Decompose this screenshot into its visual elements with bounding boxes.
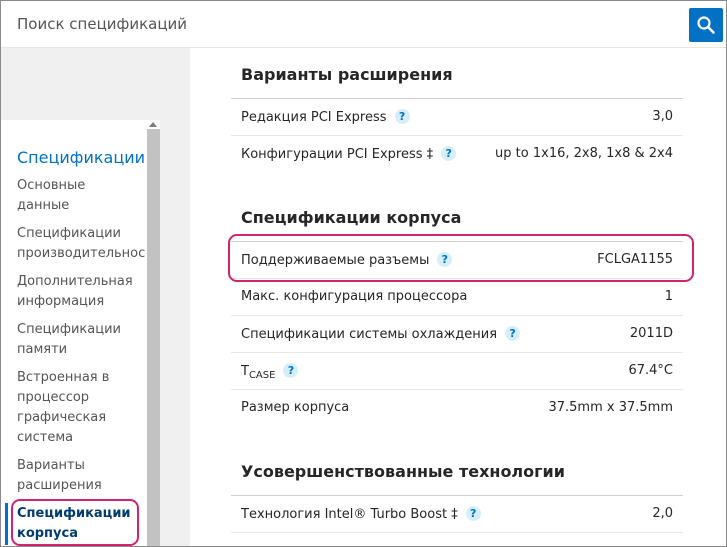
sidebar-item-label: Спецификации [17,226,121,241]
sidebar-item-label: Дополнительная [17,274,133,289]
sidebar-item-performance[interactable]: Спецификации производительност [17,224,145,264]
search-input[interactable] [1,1,681,47]
help-icon[interactable]: ? [394,109,410,124]
active-indicator [5,503,8,545]
help-icon[interactable]: ? [465,506,481,521]
sidebar-item-label: Спецификации [17,322,121,337]
sidebar-item-label: система [17,430,74,445]
spec-value: 2,0 [652,506,673,521]
sidebar-item-label: памяти [17,342,68,357]
spec-label: Редакция PCI Express [241,110,387,125]
spec-label: Поддерживаемые разъемы [241,253,430,268]
sidebar-item-expansion[interactable]: Варианты расширения [17,456,145,496]
sidebar-item-memory[interactable]: Спецификации памяти [17,320,145,360]
help-icon[interactable]: ? [437,252,453,267]
spec-value: 67.4°C [628,363,673,378]
help-icon[interactable]: ? [505,326,521,341]
spec-value: 3,0 [652,109,673,124]
spec-label: T [241,364,249,379]
sidebar-item-label: корпуса [17,526,78,541]
help-icon[interactable]: ? [283,363,299,378]
spec-value: 2011D [629,326,673,341]
scroll-up-arrow-icon[interactable] [149,122,157,127]
spec-row-sockets: Поддерживаемые разъемы? FCLGA1155 [231,241,683,279]
spec-label: Спецификации системы охлаждения [241,327,498,342]
sidebar-item-basic[interactable]: Основные данные [17,176,145,216]
spec-label: Конфигурации PCI Express ‡ [241,147,434,162]
spec-row-thermal-solution: Спецификации системы охлаждения? 2011D [231,315,683,353]
spec-label-subscript: CASE [248,370,276,381]
sidebar-item-package[interactable]: Спецификации корпуса [17,504,145,544]
spec-row-pcie-config: Конфигурации PCI Express ‡? up to 1x16, … [231,135,683,173]
spec-row-tcase: TCASE? 67.4°C [231,352,683,390]
spec-row-pcie-revision: Редакция PCI Express? 3,0 [231,98,683,136]
search-icon [697,16,715,34]
spec-value: up to 1x16, 2x8, 1x8 & 2x4 [495,146,673,161]
spec-row-max-cpu-config: Макс. конфигурация процессора 1 [231,278,683,316]
spec-value: 37.5mm x 37.5mm [548,400,673,415]
spec-label: Размер корпуса [241,400,350,415]
browser-frame: Спецификации Основные данные Спецификаци… [0,0,727,547]
search-button[interactable] [689,8,723,42]
sidebar-title: Спецификации [17,148,145,167]
spec-row-next-partial [231,532,683,546]
sidebar-item-graphics[interactable]: Встроенная в процессор графическая систе… [17,368,145,448]
sidebar-item-label: информация [17,294,105,309]
spec-label: Технология Intel® Turbo Boost ‡ [241,507,458,522]
spec-row-turbo-boost: Технология Intel® Turbo Boost ‡? 2,0 [231,495,683,533]
spec-value: 1 [664,289,673,304]
spec-value: FCLGA1155 [597,252,673,267]
sidebar-item-label: Встроенная в [17,370,110,385]
sidebar-item-label: данные [17,198,70,213]
spec-label: Макс. конфигурация процессора [241,289,468,304]
sidebar-item-label: расширения [17,478,102,493]
sidebar: Спецификации Основные данные Спецификаци… [1,48,190,546]
spec-content: Варианты расширения Редакция PCI Express… [191,48,726,546]
sidebar-item-label: Спецификации [17,506,131,521]
sidebar-item-label: процессор [17,390,90,405]
sidebar-item-label: графическая [17,410,107,425]
sidebar-scrollbar-thumb[interactable] [147,129,160,546]
sidebar-item-label: Основные [17,178,86,193]
sidebar-item-label: Варианты [17,458,85,473]
sidebar-item-additional[interactable]: Дополнительная информация [17,272,145,312]
help-icon[interactable]: ? [441,146,457,161]
section-title-advanced-tech: Усовершенствованные технологии [241,462,565,481]
sidebar-item-label: производительност [17,246,145,261]
spec-row-package-size: Размер корпуса 37.5mm x 37.5mm [231,389,683,427]
section-title-package: Спецификации корпуса [241,208,462,227]
search-bar [1,1,726,48]
section-title-expansion: Варианты расширения [241,65,453,84]
